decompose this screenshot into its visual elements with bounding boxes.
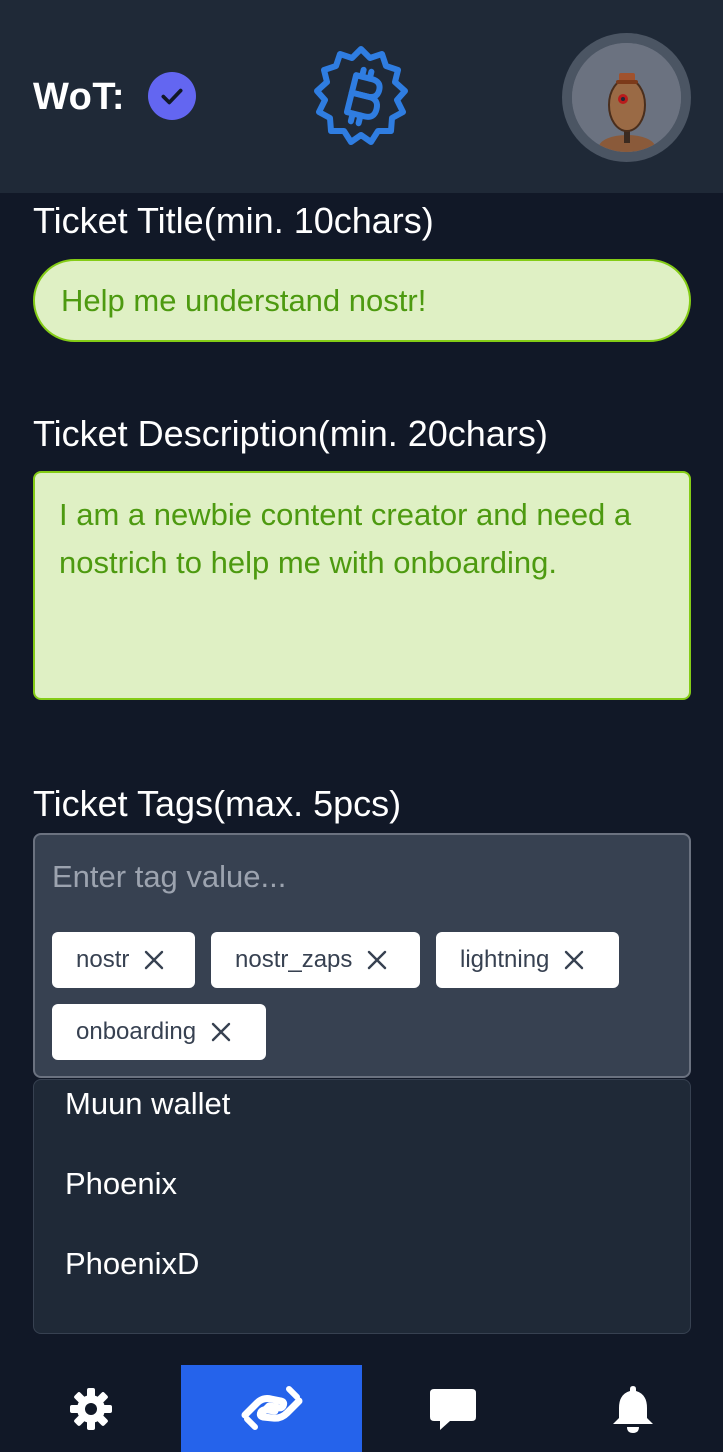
ticket-title-input[interactable]: Help me understand nostr! [33, 259, 691, 342]
tag-chip-lightning: lightning [436, 932, 619, 988]
chat-icon [429, 1388, 476, 1430]
suggestion-item[interactable]: Phoenix [65, 1166, 177, 1202]
tag-chip-label: onboarding [76, 1018, 197, 1045]
handshake-icon [241, 1385, 302, 1430]
ticket-description-label: Ticket Description(min. 20chars) [33, 413, 548, 454]
tag-chip-label: lightning [460, 946, 550, 973]
close-icon[interactable] [366, 949, 388, 971]
bell-icon [612, 1385, 653, 1433]
ticket-description-input[interactable]: I am a newbie content creator and need a… [33, 471, 691, 700]
tag-suggestions-dropdown[interactable]: Muun wallet Phoenix PhoenixD P... [33, 1079, 691, 1334]
tag-chip-label: nostr [76, 946, 130, 973]
tag-chip-label: nostr_zaps [235, 946, 353, 973]
close-icon[interactable] [143, 949, 165, 971]
tag-chip-nostr: nostr [52, 932, 195, 988]
check-circle-icon[interactable] [148, 72, 196, 120]
suggestion-item[interactable]: PhoenixD [65, 1246, 199, 1282]
close-icon[interactable] [563, 949, 585, 971]
bitcoin-badge-icon[interactable] [307, 43, 415, 151]
gear-icon [69, 1387, 112, 1430]
nav-notifications[interactable] [542, 1365, 723, 1452]
user-avatar[interactable] [562, 33, 691, 162]
suggestion-item[interactable]: P... [65, 1326, 108, 1333]
nav-settings[interactable] [0, 1365, 181, 1452]
tag-chip-onboarding: onboarding [52, 1004, 266, 1060]
tag-input[interactable]: Enter tag value... [52, 859, 286, 895]
bottom-nav [0, 1365, 723, 1452]
close-icon[interactable] [210, 1021, 232, 1043]
nav-tickets[interactable] [181, 1365, 362, 1452]
ticket-title-label: Ticket Title(min. 10chars) [33, 200, 434, 241]
tag-chip-nostr-zaps: nostr_zaps [211, 932, 420, 988]
tags-input-box[interactable]: Enter tag value... nostr nostr_zaps ligh… [33, 833, 691, 1078]
app-header: WoT: [0, 0, 723, 193]
nav-messages[interactable] [362, 1365, 543, 1452]
wot-label: WoT: [33, 76, 126, 118]
ticket-tags-label: Ticket Tags(max. 5pcs) [33, 783, 402, 824]
avatar-image [572, 43, 681, 152]
suggestion-item[interactable]: Muun wallet [65, 1086, 230, 1122]
